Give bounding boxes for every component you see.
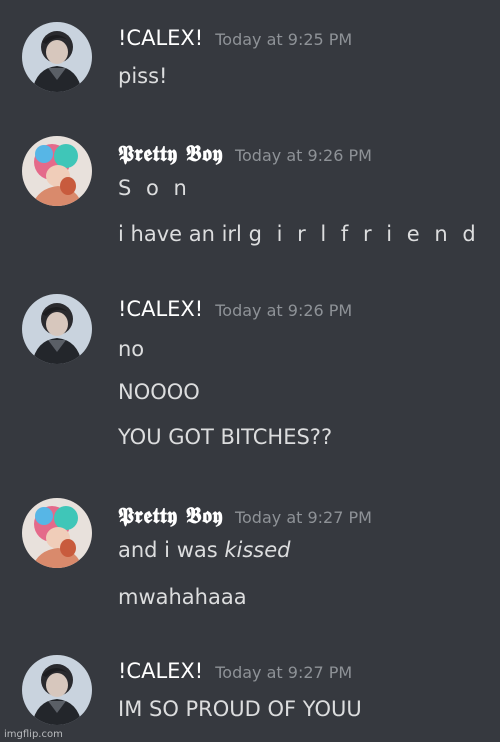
watermark: imgflip.com (4, 729, 63, 740)
message-text: S o n (118, 176, 191, 200)
timestamp: Today at 9:26 PM (234, 146, 372, 165)
avatar-image (22, 136, 92, 206)
message-header: !CALEX! Today at 9:27 PM (118, 659, 352, 683)
username[interactable]: !CALEX! (118, 297, 203, 321)
username[interactable]: 𝕻𝖗𝖊𝖙𝖙𝖞 𝕭𝖔𝖞 (118, 141, 223, 167)
message-text: NOOOO (118, 380, 200, 404)
avatar-image (22, 294, 92, 364)
message-text: mwahahaaa (118, 585, 247, 609)
username[interactable]: !CALEX! (118, 26, 203, 50)
user-avatar-calex[interactable] (22, 22, 92, 92)
message-text-italic: kissed (224, 538, 291, 562)
message-text-part: i have an irl (118, 222, 242, 246)
user-avatar-calex[interactable] (22, 655, 92, 725)
message-text: no (118, 337, 145, 361)
timestamp: Today at 9:27 PM (215, 663, 353, 682)
user-avatar-pretty-boy[interactable] (22, 498, 92, 568)
user-avatar-pretty-boy[interactable] (22, 136, 92, 206)
message-text-part: and i was (118, 538, 218, 562)
message-text: i have an irl g i r l f r i e n d (118, 222, 480, 246)
user-avatar-calex[interactable] (22, 294, 92, 364)
message-text: YOU GOT BITCHES?? (118, 425, 333, 449)
message-header: !CALEX! Today at 9:25 PM (118, 26, 352, 50)
avatar-image (22, 498, 92, 568)
username[interactable]: 𝕻𝖗𝖊𝖙𝖙𝖞 𝕭𝖔𝖞 (118, 503, 223, 529)
timestamp: Today at 9:27 PM (234, 508, 372, 527)
username[interactable]: !CALEX! (118, 659, 203, 683)
message-text: IM SO PROUD OF YOUU (118, 697, 362, 721)
message-text-part: g i r l f r i e n d (248, 222, 480, 246)
timestamp: Today at 9:25 PM (215, 30, 353, 49)
message-header: 𝕻𝖗𝖊𝖙𝖙𝖞 𝕭𝖔𝖞 Today at 9:27 PM (118, 503, 372, 529)
message-text: and i was kissed (118, 538, 291, 562)
message-header: 𝕻𝖗𝖊𝖙𝖙𝖞 𝕭𝖔𝖞 Today at 9:26 PM (118, 141, 372, 167)
timestamp: Today at 9:26 PM (215, 301, 353, 320)
message-header: !CALEX! Today at 9:26 PM (118, 297, 352, 321)
avatar-image (22, 655, 92, 725)
avatar-image (22, 22, 92, 92)
message-text: piss! (118, 64, 168, 88)
